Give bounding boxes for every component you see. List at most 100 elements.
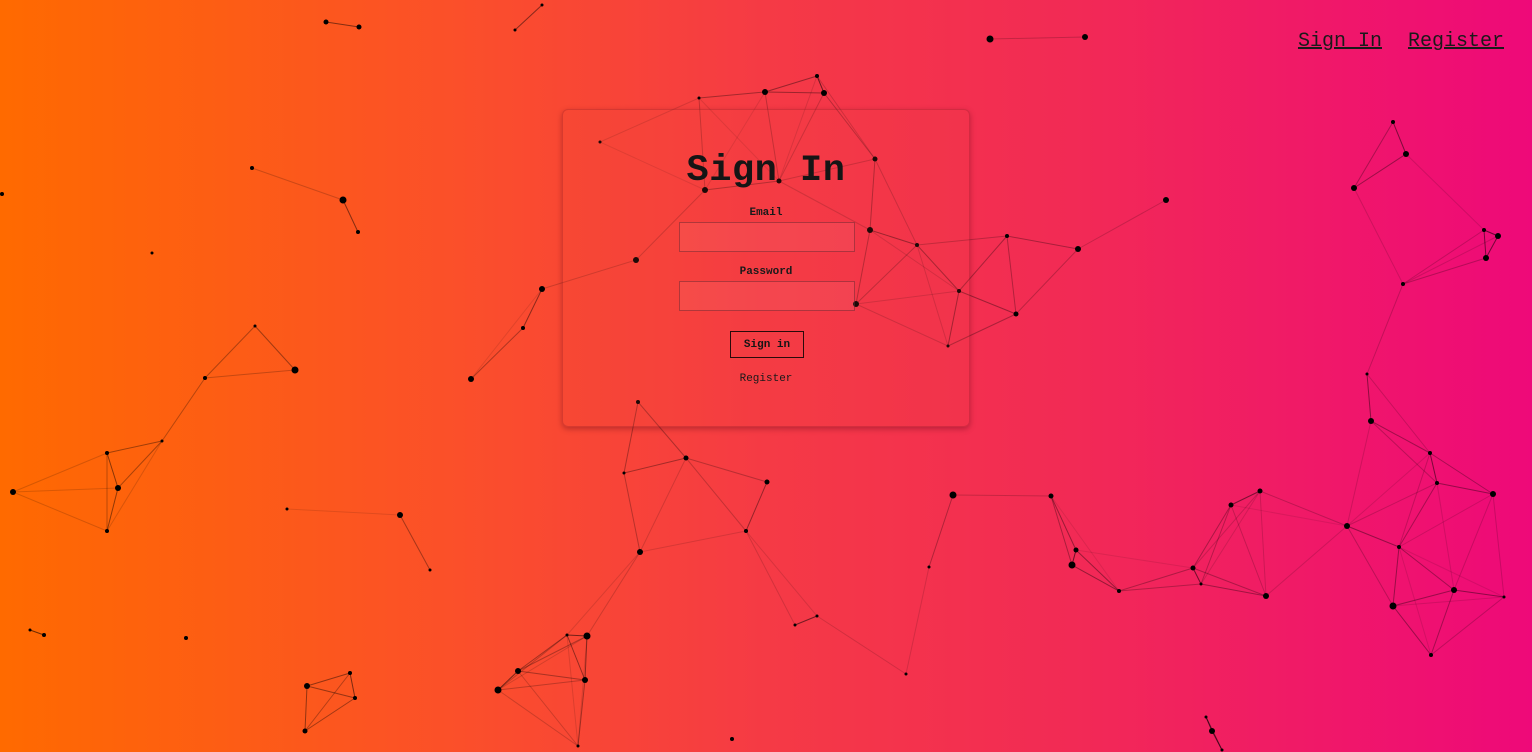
- network-particle: [115, 485, 121, 491]
- network-particle: [622, 471, 626, 475]
- network-link: [12, 491, 108, 532]
- network-link: [816, 75, 825, 94]
- network-particle: [1428, 451, 1432, 455]
- network-link: [349, 672, 356, 699]
- network-particle: [515, 668, 521, 674]
- network-particle: [927, 565, 931, 569]
- network-link: [566, 634, 586, 681]
- network-particle: [494, 686, 502, 694]
- network-particle: [793, 623, 797, 627]
- network-link: [342, 199, 359, 233]
- network-link: [1259, 490, 1348, 527]
- password-field[interactable]: [679, 281, 855, 311]
- network-particle: [150, 251, 154, 255]
- network-link: [1259, 490, 1267, 597]
- network-particle: [539, 286, 545, 292]
- network-particle: [28, 628, 32, 632]
- network-particle: [1199, 582, 1203, 586]
- network-link: [106, 440, 163, 454]
- network-link: [1398, 546, 1455, 591]
- network-particle: [397, 512, 403, 518]
- network-link: [1370, 420, 1438, 484]
- network-particle: [1483, 255, 1489, 261]
- network-particle: [1351, 185, 1357, 191]
- network-link: [1050, 495, 1077, 551]
- network-particle: [160, 439, 164, 443]
- network-link: [816, 615, 907, 675]
- network-link: [1366, 373, 1431, 454]
- network-link: [1392, 605, 1432, 656]
- network-link: [497, 689, 579, 747]
- network-particle: [304, 683, 310, 689]
- network-particle: [291, 366, 299, 374]
- network-link: [586, 551, 641, 637]
- network-particle: [1163, 197, 1169, 203]
- network-particle: [1048, 493, 1054, 499]
- network-link: [1483, 229, 1487, 259]
- network-link: [204, 325, 256, 379]
- network-particle: [697, 96, 701, 100]
- network-link: [1430, 596, 1505, 656]
- network-link: [928, 494, 954, 568]
- network-particle: [1257, 488, 1263, 494]
- network-particle: [821, 90, 827, 96]
- network-link: [1483, 229, 1499, 237]
- network-link: [497, 679, 586, 691]
- network-particle: [521, 326, 525, 330]
- network-particle: [105, 529, 109, 533]
- network-particle: [683, 455, 689, 461]
- network-particle: [1482, 228, 1486, 232]
- register-link[interactable]: Register: [563, 373, 969, 385]
- network-particle: [582, 677, 588, 683]
- network-particle: [1397, 545, 1401, 549]
- network-particle: [730, 737, 734, 741]
- network-particle: [184, 636, 188, 640]
- network-particle: [565, 633, 569, 637]
- network-link: [1392, 121, 1407, 155]
- network-particle: [1204, 715, 1208, 719]
- network-particle: [949, 491, 957, 499]
- network-particle: [986, 35, 994, 43]
- network-particle: [356, 24, 362, 30]
- network-link: [584, 635, 588, 681]
- network-link: [1366, 283, 1404, 375]
- network-link: [1050, 495, 1120, 592]
- network-link: [639, 457, 687, 553]
- network-particle: [1391, 120, 1395, 124]
- network-link: [1430, 589, 1455, 656]
- email-field[interactable]: [679, 222, 855, 252]
- network-link: [1050, 495, 1073, 566]
- sign-in-button[interactable]: Sign in: [730, 331, 804, 358]
- network-link: [1346, 525, 1394, 607]
- network-particle: [1075, 246, 1081, 252]
- network-particle: [250, 166, 254, 170]
- network-link: [1346, 482, 1438, 527]
- network-link: [1192, 490, 1261, 569]
- network-link: [566, 634, 588, 637]
- network-particle: [815, 74, 819, 78]
- network-link: [254, 325, 296, 371]
- network-particle: [10, 489, 16, 495]
- network-link: [1429, 452, 1494, 495]
- network-link: [623, 457, 687, 474]
- network-link: [1205, 716, 1223, 751]
- network-particle: [428, 568, 432, 572]
- network-link: [745, 530, 796, 626]
- network-particle: [1403, 151, 1409, 157]
- network-link: [764, 91, 825, 94]
- network-link: [497, 670, 519, 691]
- nav-sign-in-link[interactable]: Sign In: [1298, 30, 1382, 53]
- network-link: [1230, 504, 1348, 527]
- network-link: [106, 440, 163, 532]
- network-particle: [1073, 547, 1079, 553]
- network-link: [517, 670, 586, 681]
- network-link: [470, 288, 543, 380]
- network-link: [106, 487, 119, 532]
- network-link: [306, 685, 356, 699]
- network-link: [1353, 153, 1407, 189]
- nav-register-link[interactable]: Register: [1408, 30, 1504, 53]
- network-link: [325, 21, 360, 28]
- network-particle: [42, 633, 46, 637]
- network-particle: [1005, 234, 1009, 238]
- network-link: [952, 494, 1052, 497]
